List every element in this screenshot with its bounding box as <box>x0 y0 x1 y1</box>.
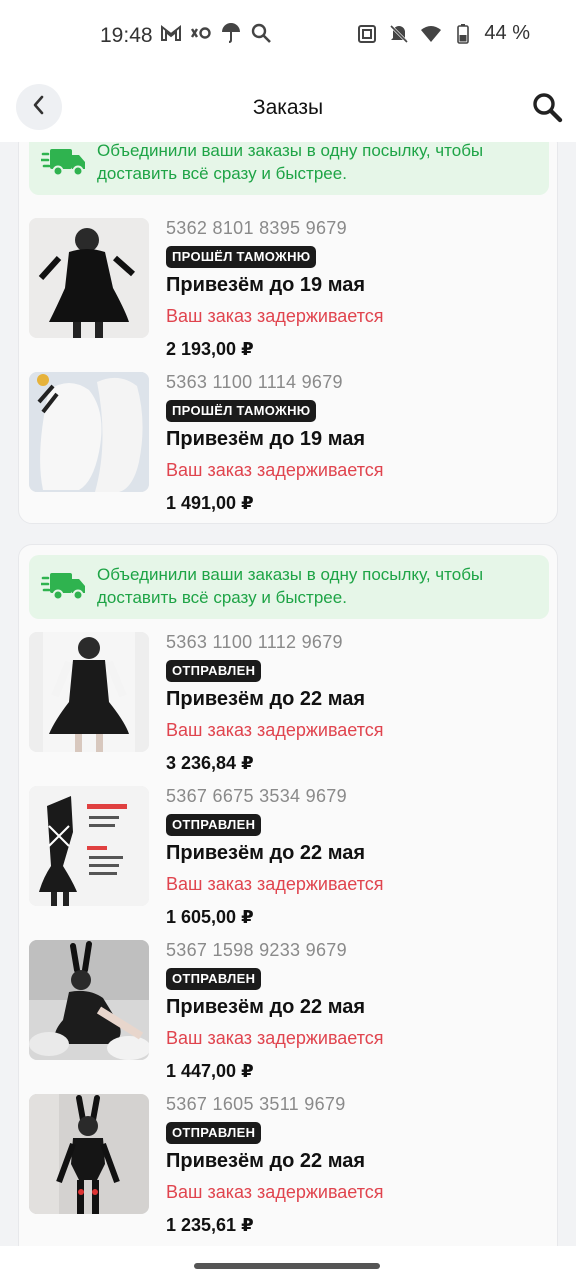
order-number: 5367 6675 3534 9679 <box>166 786 347 806</box>
delivery-date: Привезём до 19 мая <box>166 428 366 450</box>
order-item[interactable]: 5367 1598 9233 9679 ОТПРАВЛЕН Привезём д… <box>29 940 549 1094</box>
order-item[interactable]: 5367 6675 3534 9679 ОТПРАВЛЕН Привезём д… <box>29 786 549 940</box>
nfc-icon <box>356 23 378 45</box>
order-group: Объединили ваши заказы в одну посылку, ч… <box>18 142 558 524</box>
status-system-icons: 44 % <box>356 22 530 45</box>
status-badge: ОТПРАВЛЕН <box>166 814 262 836</box>
order-item[interactable]: 5363 1100 1112 9679 ОТПРАВЛЕН Привезём д… <box>29 632 549 786</box>
app-header: Заказы <box>0 72 576 142</box>
mute-icon <box>388 23 410 45</box>
product-image <box>29 632 149 752</box>
order-price: 1 447,00 ₽ <box>166 1061 254 1081</box>
product-image <box>29 218 149 338</box>
merge-banner-text: Объединили ваши заказы в одну посылку, ч… <box>97 565 484 607</box>
order-item[interactable]: 5362 8101 8395 9679 ПРОШЁЛ ТАМОЖНЮ Приве… <box>29 218 549 372</box>
search-icon <box>250 22 272 44</box>
order-price: 1 605,00 ₽ <box>166 907 254 927</box>
umbrella-icon <box>220 22 242 44</box>
truck-icon <box>39 145 87 179</box>
product-image <box>29 372 149 492</box>
status-notification-icons <box>160 22 272 44</box>
search-icon <box>530 93 564 128</box>
product-image <box>29 1094 149 1214</box>
delay-notice: Ваш заказ задерживается <box>166 306 384 326</box>
merge-banner: Объединили ваши заказы в одну посылку, ч… <box>29 555 549 619</box>
order-group: Объединили ваши заказы в одну посылку, ч… <box>18 544 558 1246</box>
delay-notice: Ваш заказ задерживается <box>166 460 384 480</box>
order-number: 5363 1100 1114 9679 <box>166 372 343 392</box>
status-badge: ОТПРАВЛЕН <box>166 660 262 682</box>
delay-notice: Ваш заказ задерживается <box>166 1028 384 1048</box>
delivery-date: Привезём до 19 мая <box>166 274 366 296</box>
page-title: Заказы <box>252 96 324 119</box>
order-number: 5367 1598 9233 9679 <box>166 940 347 960</box>
delivery-date: Привезём до 22 мая <box>166 1150 366 1172</box>
search-button[interactable] <box>530 90 564 124</box>
status-badge: ОТПРАВЛЕН <box>166 968 262 990</box>
product-image <box>29 786 149 906</box>
delivery-date: Привезём до 22 мая <box>166 842 366 864</box>
wifi-icon <box>420 23 442 45</box>
order-price: 2 193,00 ₽ <box>166 339 254 359</box>
app-icon <box>190 22 212 44</box>
order-item[interactable]: 5363 1100 1114 9679 ПРОШЁЛ ТАМОЖНЮ Приве… <box>29 372 549 526</box>
product-image <box>29 940 149 1060</box>
gmail-icon <box>160 22 182 44</box>
orders-list[interactable]: Объединили ваши заказы в одну посылку, ч… <box>0 142 576 1246</box>
order-item[interactable]: 5367 1605 3511 9679 ОТПРАВЛЕН Привезём д… <box>29 1094 549 1246</box>
order-price: 3 236,84 ₽ <box>166 753 254 773</box>
order-number: 5363 1100 1112 9679 <box>166 632 343 652</box>
status-badge: ПРОШЁЛ ТАМОЖНЮ <box>166 400 317 422</box>
order-price: 1 235,61 ₽ <box>166 1215 254 1235</box>
status-time: 19:48 <box>100 24 153 47</box>
status-bar: 19:48 44 % <box>0 0 576 72</box>
order-price: 1 491,00 ₽ <box>166 493 254 513</box>
status-badge: ОТПРАВЛЕН <box>166 1122 262 1144</box>
delay-notice: Ваш заказ задерживается <box>166 1182 384 1202</box>
delay-notice: Ваш заказ задерживается <box>166 874 384 894</box>
battery-percent: 44 % <box>484 22 530 44</box>
delivery-date: Привезём до 22 мая <box>166 688 366 710</box>
order-number: 5362 8101 8395 9679 <box>166 218 347 238</box>
home-handle[interactable] <box>194 1263 380 1269</box>
gesture-nav-bar <box>0 1246 576 1280</box>
truck-icon <box>39 569 87 603</box>
status-badge: ПРОШЁЛ ТАМОЖНЮ <box>166 246 317 268</box>
delay-notice: Ваш заказ задерживается <box>166 720 384 740</box>
merge-banner: Объединили ваши заказы в одну посылку, ч… <box>29 142 549 195</box>
battery-icon <box>452 23 474 45</box>
delivery-date: Привезём до 22 мая <box>166 996 366 1018</box>
merge-banner-text: Объединили ваши заказы в одну посылку, ч… <box>97 142 484 183</box>
order-number: 5367 1605 3511 9679 <box>166 1094 346 1114</box>
